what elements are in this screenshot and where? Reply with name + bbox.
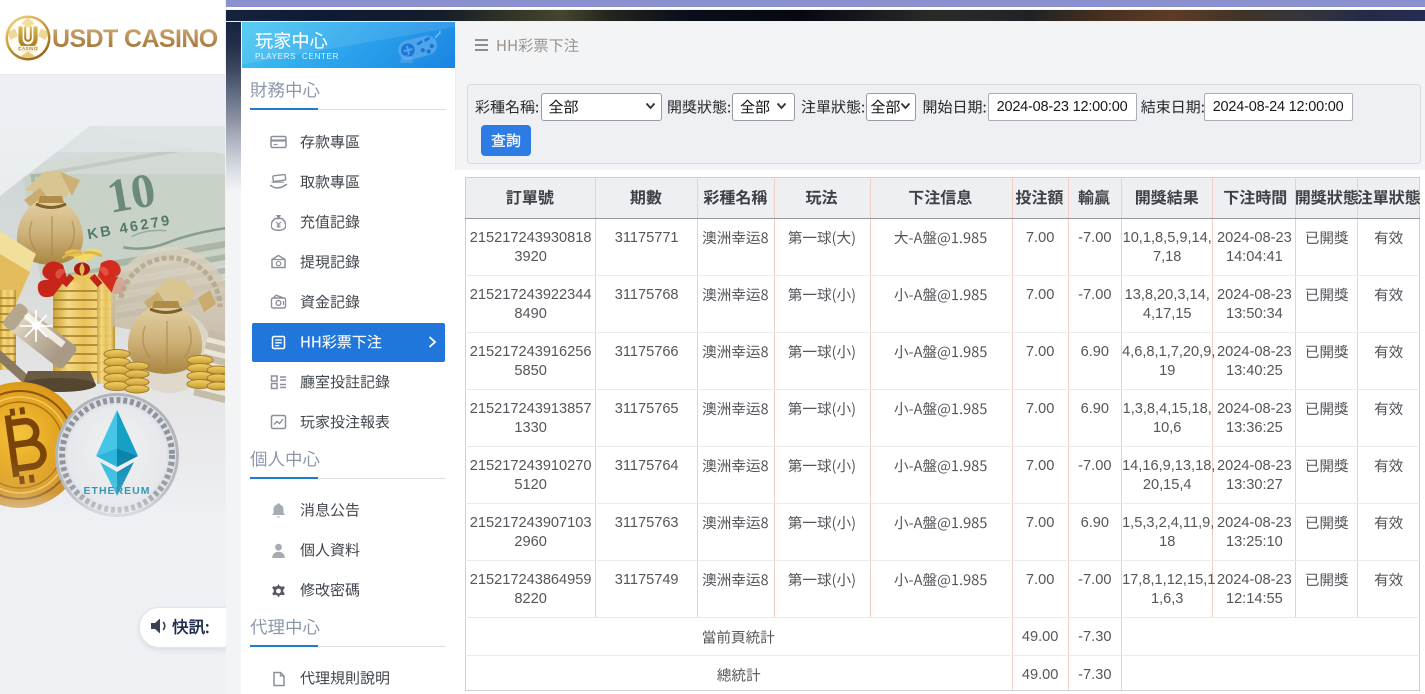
svg-text:CASINO: CASINO bbox=[19, 46, 38, 51]
